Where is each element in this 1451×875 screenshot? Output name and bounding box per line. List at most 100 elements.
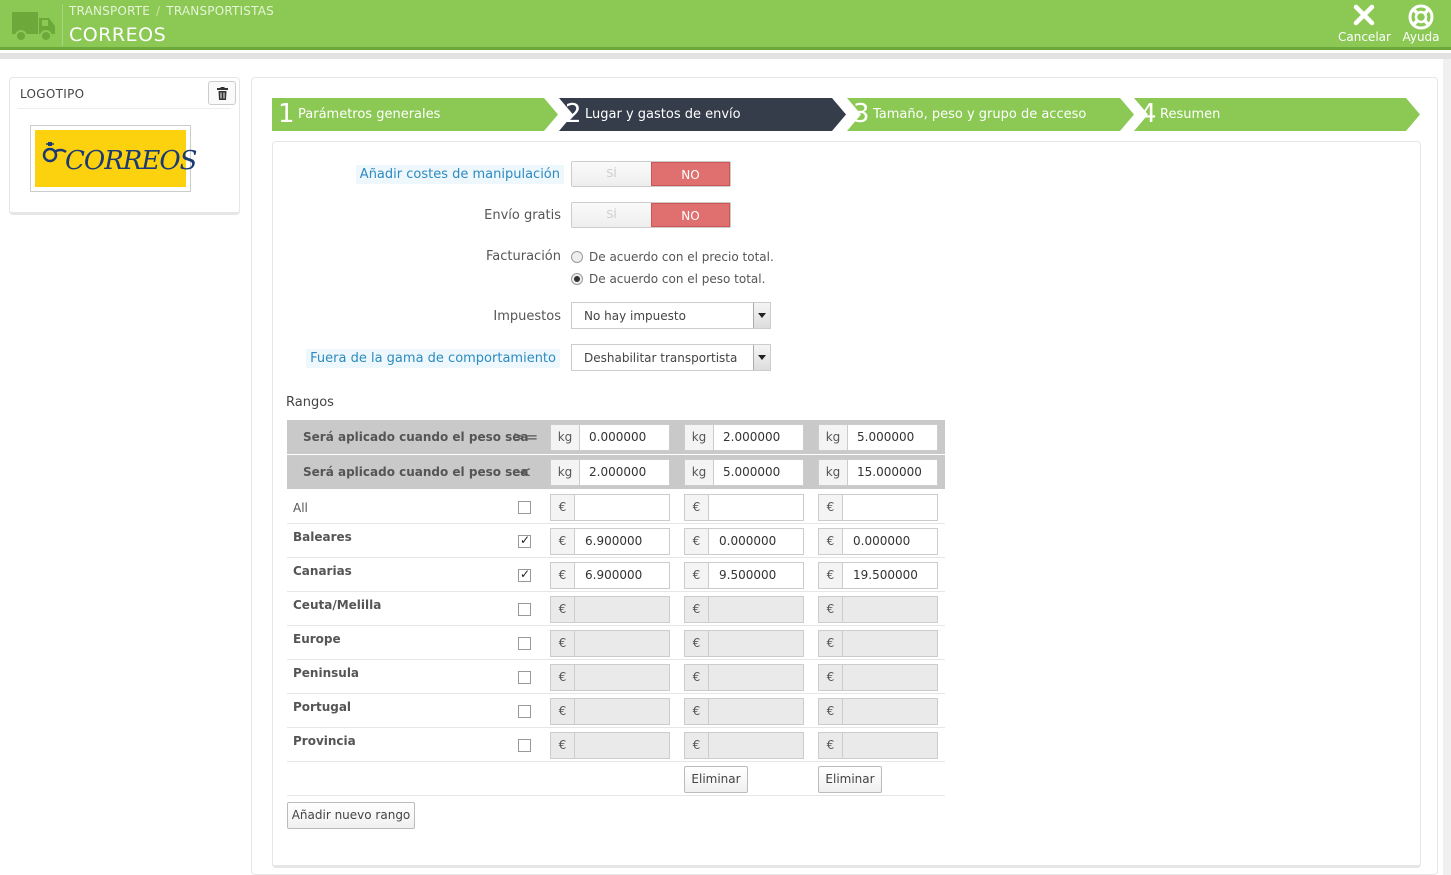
price-value: 6.900000 bbox=[585, 568, 643, 582]
delete-range-button[interactable]: Eliminar bbox=[684, 766, 748, 793]
price-input-disabled: € bbox=[684, 596, 804, 623]
toggle-no[interactable]: NO bbox=[651, 203, 730, 227]
post-horn-icon bbox=[42, 142, 67, 163]
price-input[interactable]: € bbox=[684, 494, 804, 521]
close-icon bbox=[1353, 4, 1375, 26]
zone-checkbox[interactable] bbox=[518, 739, 531, 752]
price-input-disabled: € bbox=[684, 664, 804, 691]
range-from-value: 0.000000 bbox=[589, 430, 647, 444]
handling-costs-label: Añadir costes de manipulación bbox=[355, 165, 564, 184]
free-shipping-toggle[interactable]: SÍ NO bbox=[571, 202, 731, 228]
zone-checkbox[interactable] bbox=[518, 533, 531, 548]
range-from-operator: >= bbox=[513, 428, 539, 446]
currency-addon: € bbox=[551, 563, 575, 588]
price-input-disabled: € bbox=[550, 596, 670, 623]
zone-checkbox[interactable] bbox=[518, 567, 531, 582]
price-input-disabled: € bbox=[818, 698, 938, 725]
price-input[interactable]: €6.900000 bbox=[550, 528, 670, 555]
correos-logo: CORREOS bbox=[35, 130, 197, 187]
price-value: 19.500000 bbox=[853, 568, 918, 582]
billing-label: Facturación bbox=[486, 249, 561, 264]
zone-checkbox[interactable] bbox=[518, 671, 531, 684]
range-to-value: 5.000000 bbox=[723, 465, 781, 479]
breadcrumb-item-transportistas[interactable]: TRANSPORTISTAS bbox=[166, 4, 274, 18]
zone-name: Provincia bbox=[293, 734, 356, 748]
price-input[interactable]: €0.000000 bbox=[684, 528, 804, 555]
price-value: 9.500000 bbox=[719, 568, 777, 582]
toggle-yes[interactable]: SÍ bbox=[572, 162, 651, 186]
step-size-weight-access[interactable]: 3 Tamaño, peso y grupo de acceso bbox=[847, 98, 1134, 131]
currency-addon: € bbox=[685, 665, 709, 690]
handling-costs-toggle[interactable]: SÍ NO bbox=[571, 161, 731, 187]
price-input[interactable]: € bbox=[818, 494, 938, 521]
unit-addon: kg bbox=[551, 460, 580, 485]
currency-addon: € bbox=[819, 665, 843, 690]
wizard-steps: 1 Parámetros generales 2 Lugar y gastos … bbox=[272, 98, 1422, 131]
price-input-disabled: € bbox=[684, 732, 804, 759]
header-shadow bbox=[0, 53, 1451, 59]
billing-option-label: De acuerdo con el precio total. bbox=[589, 250, 774, 264]
step-summary[interactable]: 4 Resumen bbox=[1134, 98, 1420, 131]
price-input[interactable]: € bbox=[550, 494, 670, 521]
zone-name: Canarias bbox=[293, 564, 352, 578]
currency-addon: € bbox=[685, 597, 709, 622]
range-from-input[interactable]: kg 5.000000 bbox=[818, 424, 938, 451]
header-divider bbox=[62, 4, 63, 46]
step-number: 4 bbox=[1140, 99, 1157, 129]
billing-option-weight[interactable]: De acuerdo con el peso total. bbox=[571, 272, 765, 286]
range-to-input[interactable]: kg 5.000000 bbox=[684, 459, 804, 486]
zone-checkbox[interactable] bbox=[518, 603, 531, 616]
breadcrumb-separator: / bbox=[156, 4, 161, 18]
price-input-disabled: € bbox=[818, 732, 938, 759]
cancel-label: Cancelar bbox=[1338, 30, 1391, 44]
truck-icon bbox=[12, 12, 55, 42]
zone-checkbox[interactable] bbox=[518, 637, 531, 650]
price-input[interactable]: €19.500000 bbox=[818, 562, 938, 589]
step-general-params[interactable]: 1 Parámetros generales bbox=[272, 98, 558, 131]
delete-logo-button[interactable] bbox=[208, 81, 236, 105]
currency-addon: € bbox=[551, 597, 575, 622]
toggle-no[interactable]: NO bbox=[651, 162, 730, 186]
page-title: CORREOS bbox=[69, 24, 167, 46]
price-input[interactable]: €6.900000 bbox=[550, 562, 670, 589]
range-from-input[interactable]: kg 2.000000 bbox=[684, 424, 804, 451]
currency-addon: € bbox=[685, 563, 709, 588]
currency-addon: € bbox=[685, 631, 709, 656]
step-label: Parámetros generales bbox=[298, 107, 441, 122]
zone-checkbox[interactable] bbox=[518, 501, 531, 514]
carrier-logo: CORREOS bbox=[30, 125, 197, 192]
price-input[interactable]: €0.000000 bbox=[818, 528, 938, 555]
toggle-yes[interactable]: SÍ bbox=[572, 203, 651, 227]
ranges-title: Rangos bbox=[286, 395, 334, 410]
radio-weight[interactable] bbox=[571, 273, 583, 285]
step-shipping-locations[interactable]: 2 Lugar y gastos de envío bbox=[559, 98, 846, 131]
delete-range-button[interactable]: Eliminar bbox=[818, 766, 882, 793]
currency-addon: € bbox=[685, 495, 709, 520]
out-of-range-select[interactable]: Deshabilitar transportista bbox=[571, 344, 771, 371]
cancel-button[interactable]: Cancelar bbox=[1338, 2, 1391, 46]
currency-addon: € bbox=[819, 733, 843, 758]
price-input-disabled: € bbox=[550, 630, 670, 657]
unit-addon: kg bbox=[819, 425, 848, 450]
currency-addon: € bbox=[819, 631, 843, 656]
step-label: Resumen bbox=[1160, 107, 1221, 122]
help-button[interactable]: Ayuda bbox=[1395, 2, 1447, 46]
add-range-button[interactable]: Añadir nuevo rango bbox=[287, 802, 415, 829]
price-input[interactable]: €9.500000 bbox=[684, 562, 804, 589]
zone-checkbox[interactable] bbox=[518, 705, 531, 718]
range-to-input[interactable]: kg 15.000000 bbox=[818, 459, 938, 486]
breadcrumb-item-transporte[interactable]: TRANSPORTE bbox=[69, 4, 150, 18]
billing-option-price[interactable]: De acuerdo con el precio total. bbox=[571, 250, 774, 264]
radio-price[interactable] bbox=[571, 251, 583, 263]
currency-addon: € bbox=[819, 699, 843, 724]
scrollbar[interactable] bbox=[1443, 59, 1451, 875]
out-of-range-select-value: Deshabilitar transportista bbox=[584, 351, 738, 365]
currency-addon: € bbox=[685, 529, 709, 554]
range-to-value: 15.000000 bbox=[857, 465, 922, 479]
zone-name: Portugal bbox=[293, 700, 352, 714]
taxes-select[interactable]: No hay impuesto bbox=[571, 302, 771, 329]
range-from-input[interactable]: kg 0.000000 bbox=[550, 424, 670, 451]
taxes-label: Impuestos bbox=[493, 309, 561, 324]
range-to-input[interactable]: kg 2.000000 bbox=[550, 459, 670, 486]
currency-addon: € bbox=[819, 529, 843, 554]
